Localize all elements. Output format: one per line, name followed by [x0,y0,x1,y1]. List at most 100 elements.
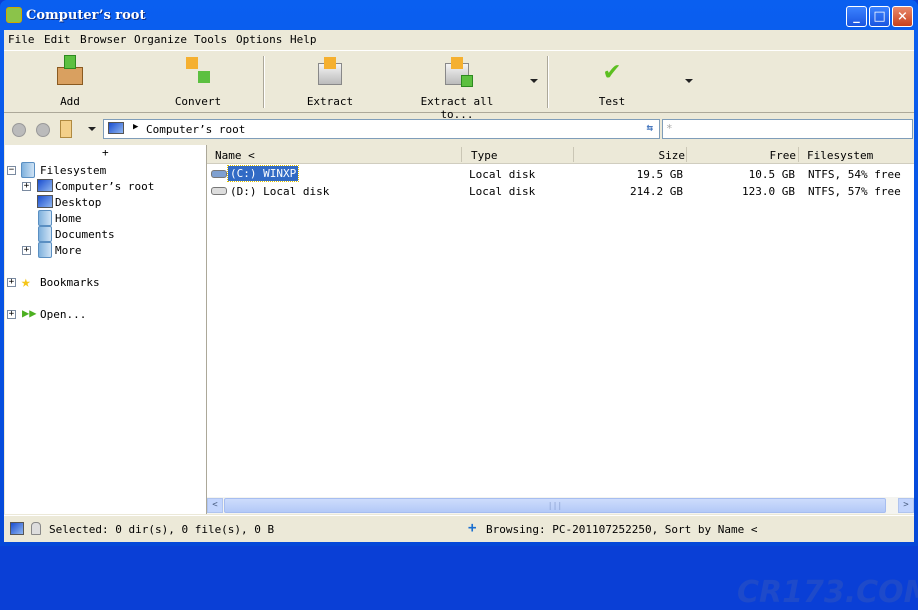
tree-label: Bookmarks [40,276,100,289]
selection-status: Selected: 0 dir(s), 0 file(s), 0 B [49,523,275,536]
filter-input[interactable]: * [662,119,913,139]
column-divider[interactable] [798,147,799,162]
tree-item-computers-root[interactable]: + Computer’s root [7,178,197,194]
refresh-icon[interactable]: ⇆ [646,121,653,134]
open-arrows-icon: ▶▶ [22,306,37,320]
browsing-status: Browsing: PC-201107252250, Sort by Name … [486,523,758,536]
add-button[interactable]: Add [40,55,100,108]
expand-icon[interactable]: + [7,310,16,319]
col-free[interactable]: Free [770,149,797,162]
column-divider[interactable] [686,147,687,162]
checkmark-icon: ✔ [604,56,620,86]
watermark: CR173.COM [737,575,918,610]
scroll-thumb[interactable]: ||| [224,498,886,513]
menu-options[interactable]: Options [236,33,282,46]
convert-button[interactable]: Convert [168,55,228,108]
convert-label: Convert [174,95,222,108]
collapse-icon[interactable]: − [7,166,16,175]
scroll-right-button[interactable]: > [898,498,914,513]
col-name[interactable]: Name < [215,149,255,162]
menu-file[interactable]: File [8,33,35,46]
expand-icon[interactable]: + [7,278,16,287]
folder-icon [21,162,35,178]
toolbar: Add Convert Extract Extract all to... ✔ … [4,50,914,121]
path-field[interactable]: ▶ Computer’s root ⇆ [103,119,660,139]
close-button[interactable]: × [892,6,913,27]
extract-label: Extract [306,95,354,108]
folder-up-icon[interactable] [60,120,72,138]
drive-free: 123.0 GB [742,185,795,198]
expand-icon[interactable]: + [22,246,31,255]
tree-item-documents[interactable]: Documents [7,226,197,242]
column-divider[interactable] [573,147,574,162]
tree-label: Documents [55,228,115,241]
menu-tools[interactable]: Tools [194,33,227,46]
add-label: Add [60,95,80,108]
column-header: Name < Type Size Free Filesystem [207,145,914,164]
menu-organize[interactable]: Organize [134,33,187,46]
tree-label: Open... [40,308,87,321]
extract-dropdown-arrow-icon[interactable] [530,79,538,83]
history-dropdown-icon[interactable] [88,127,96,131]
back-icon[interactable] [12,123,26,137]
extract-all-button[interactable]: Extract all to... [402,55,512,121]
path-arrow-icon: ▶ [133,122,139,132]
toolbar-separator [547,56,549,108]
status-bar: Selected: 0 dir(s), 0 file(s), 0 B + Bro… [4,515,914,542]
folder-icon [38,242,52,258]
test-label: Test [598,95,626,108]
maximize-button[interactable]: □ [869,6,890,27]
col-filesystem[interactable]: Filesystem [807,149,873,162]
menu-help[interactable]: Help [290,33,317,46]
scroll-left-button[interactable]: < [207,498,223,513]
tree-label: More [55,244,82,257]
extract-button[interactable]: Extract [300,55,360,108]
drive-icon [211,170,227,178]
table-row[interactable]: (D:) Local disk Local disk 214.2 GB 123.… [207,182,914,199]
computer-icon [108,122,124,134]
drive-free: 10.5 GB [748,168,795,181]
path-text: Computer’s root [146,123,246,136]
drive-size: 19.5 GB [636,168,683,181]
col-size[interactable]: Size [659,149,686,162]
column-divider[interactable] [461,147,462,162]
forward-icon[interactable] [36,123,50,137]
app-icon [6,7,22,23]
test-button[interactable]: ✔ Test [584,55,640,108]
drive-icon [211,187,227,195]
window-title: Computer’s root [26,8,146,23]
drive-filesystem: NTFS, 54% free [808,168,901,181]
tree-label: Desktop [55,196,102,209]
app-window: Computer’s root _ □ × File Edit Browser … [0,0,918,610]
horizontal-scrollbar[interactable]: < ||| > [207,497,914,514]
tree-label: Filesystem [40,164,107,177]
tree-item-open[interactable]: + ▶▶ Open... [7,306,197,322]
minimize-button[interactable]: _ [846,6,867,27]
tree-item-bookmarks[interactable]: + ★ Bookmarks [7,272,197,291]
folder-icon [38,210,52,226]
table-row[interactable]: (C:) WINXP Local disk 19.5 GB 10.5 GB NT… [207,165,914,182]
expand-icon[interactable]: + [22,182,31,191]
star-icon: ★ [21,272,31,291]
tree-item-desktop[interactable]: Desktop [7,194,197,210]
menu-edit[interactable]: Edit [44,33,71,46]
plus-icon[interactable]: + [468,520,476,536]
tree-item-home[interactable]: Home [7,210,197,226]
add-box-icon [54,55,86,87]
address-bar: ▶ Computer’s root ⇆ * [4,116,914,142]
convert-icon [182,55,214,87]
menu-browser[interactable]: Browser [80,33,126,46]
file-list: Name < Type Size Free Filesystem (C:) WI… [207,145,918,610]
title-bar: Computer’s root _ □ × [0,0,918,30]
test-dropdown-arrow-icon[interactable] [685,79,693,83]
tree-expand-all[interactable]: + [102,146,109,159]
client-area: File Edit Browser Organize Tools Options… [4,30,918,610]
col-type[interactable]: Type [471,149,498,162]
tree-label: Home [55,212,82,225]
desktop-icon [37,195,53,208]
extract-all-icon [441,55,473,87]
lock-icon [31,522,41,535]
tree-item-filesystem[interactable]: − Filesystem [7,162,197,178]
drive-size: 214.2 GB [630,185,683,198]
tree-item-more[interactable]: + More [7,242,197,258]
